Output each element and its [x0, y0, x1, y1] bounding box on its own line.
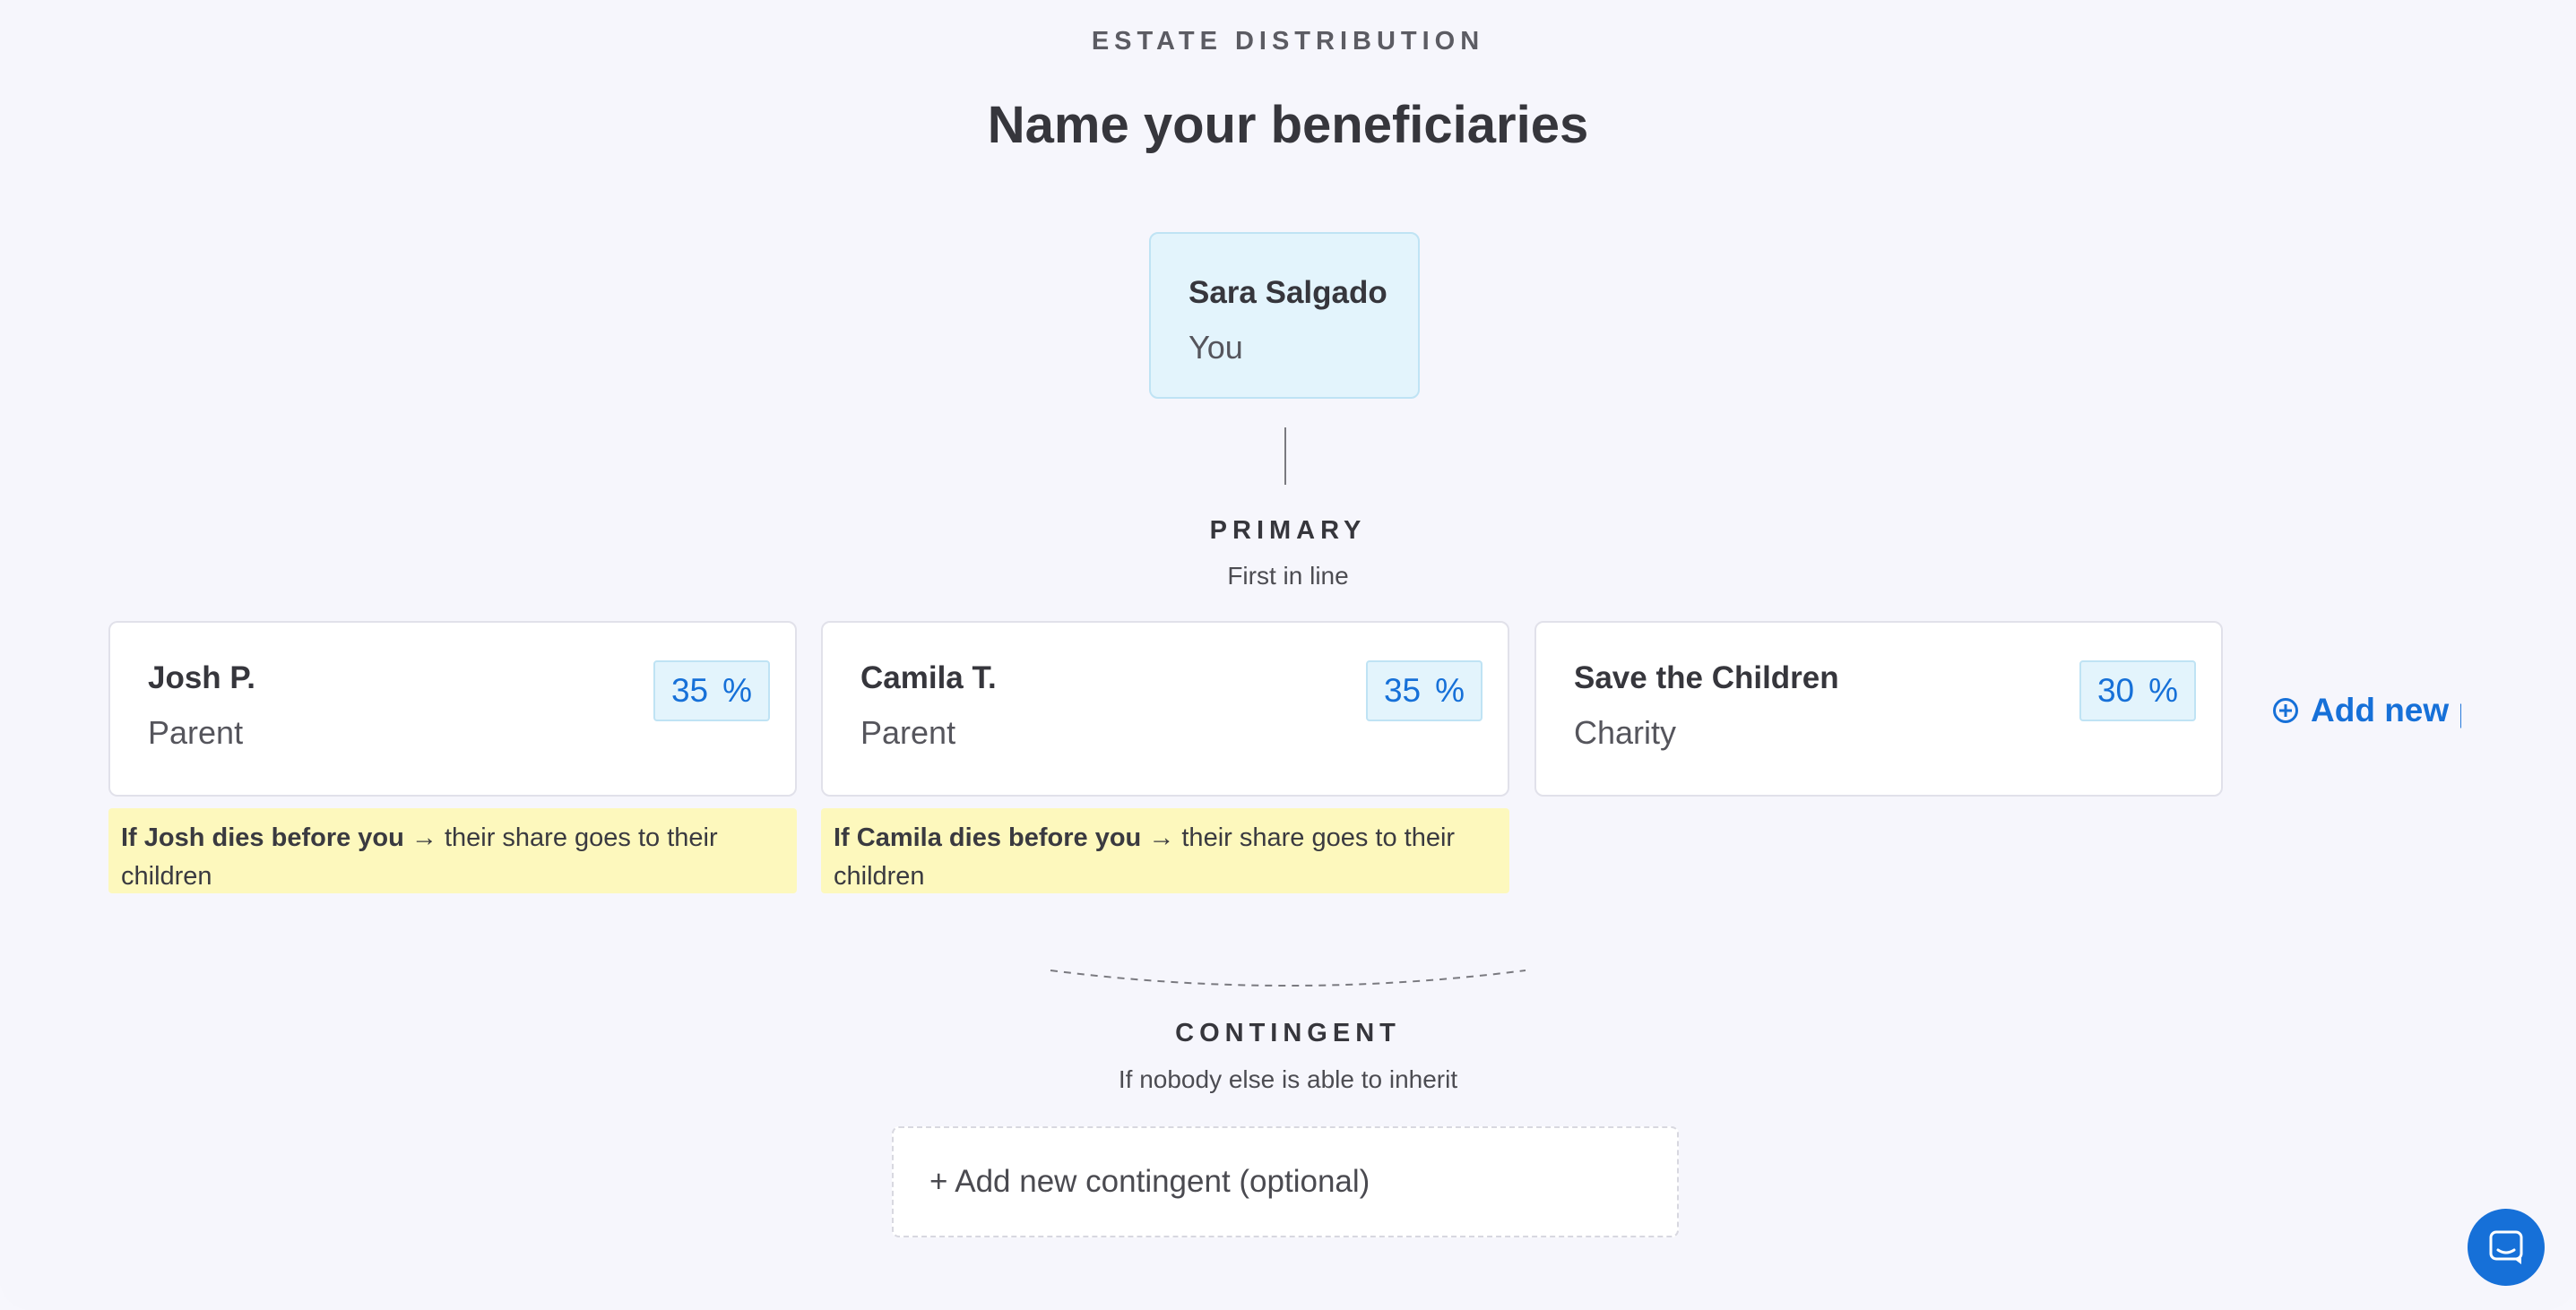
tree-connector [1284, 427, 1286, 485]
beneficiary-name: Camila T. [860, 660, 997, 695]
percent-sign: % [722, 672, 753, 709]
contingent-connector-arc [1050, 970, 1526, 987]
chat-button[interactable] [2468, 1209, 2545, 1286]
note-condition: If Camila dies before you [834, 823, 1142, 852]
chat-icon [2489, 1230, 2523, 1264]
percent-input[interactable]: 30 % [2079, 660, 2196, 721]
beneficiary-relationship: Parent [860, 714, 956, 751]
add-primary-label: Add new p [2311, 692, 2461, 728]
note-condition: If Josh dies before you [121, 823, 404, 852]
percent-value: 35 [1383, 672, 1422, 709]
percent-input[interactable]: 35 % [653, 660, 770, 721]
primary-label: PRIMARY [1209, 516, 1367, 545]
percent-value: 30 [2096, 672, 2135, 709]
page-title: Name your beneficiaries [987, 96, 1589, 154]
beneficiary-card-camila[interactable]: Camila T. Parent 35 % [821, 621, 1509, 797]
percent-input[interactable]: 35 % [1366, 660, 1482, 721]
beneficiary-name: Save the Children [1574, 660, 1839, 695]
owner-role: You [1189, 329, 1243, 366]
add-primary-button[interactable]: Add new p [2273, 688, 2461, 733]
section-eyebrow: ESTATE DISTRIBUTION [1091, 27, 1485, 56]
beneficiary-relationship: Parent [148, 714, 244, 751]
primary-subtitle: First in line [1227, 562, 1349, 590]
beneficiary-card-josh[interactable]: Josh P. Parent 35 % [108, 621, 797, 797]
contingent-label: CONTINGENT [1175, 1019, 1401, 1047]
owner-name: Sara Salgado [1189, 275, 1387, 310]
beneficiary-relationship: Charity [1574, 714, 1677, 751]
estate-distribution-page: ESTATE DISTRIBUTION Name your beneficiar… [0, 0, 2576, 1310]
beneficiary-name: Josh P. [148, 660, 255, 695]
succession-note-josh: If Josh dies before you → their share go… [108, 808, 797, 893]
add-contingent-button[interactable]: + Add new contingent (optional) [892, 1126, 1679, 1237]
owner-card: Sara Salgado You [1149, 232, 1420, 399]
beneficiary-card-save-the-children[interactable]: Save the Children Charity 30 % [1534, 621, 2223, 797]
percent-value: 35 [670, 672, 709, 709]
percent-sign: % [2148, 672, 2179, 709]
plus-circle-icon [2273, 698, 2298, 723]
add-contingent-label: + Add new contingent (optional) [929, 1164, 1370, 1199]
contingent-subtitle: If nobody else is able to inherit [1118, 1065, 1458, 1093]
succession-note-camila: If Camila dies before you → their share … [821, 808, 1509, 893]
percent-sign: % [1435, 672, 1465, 709]
